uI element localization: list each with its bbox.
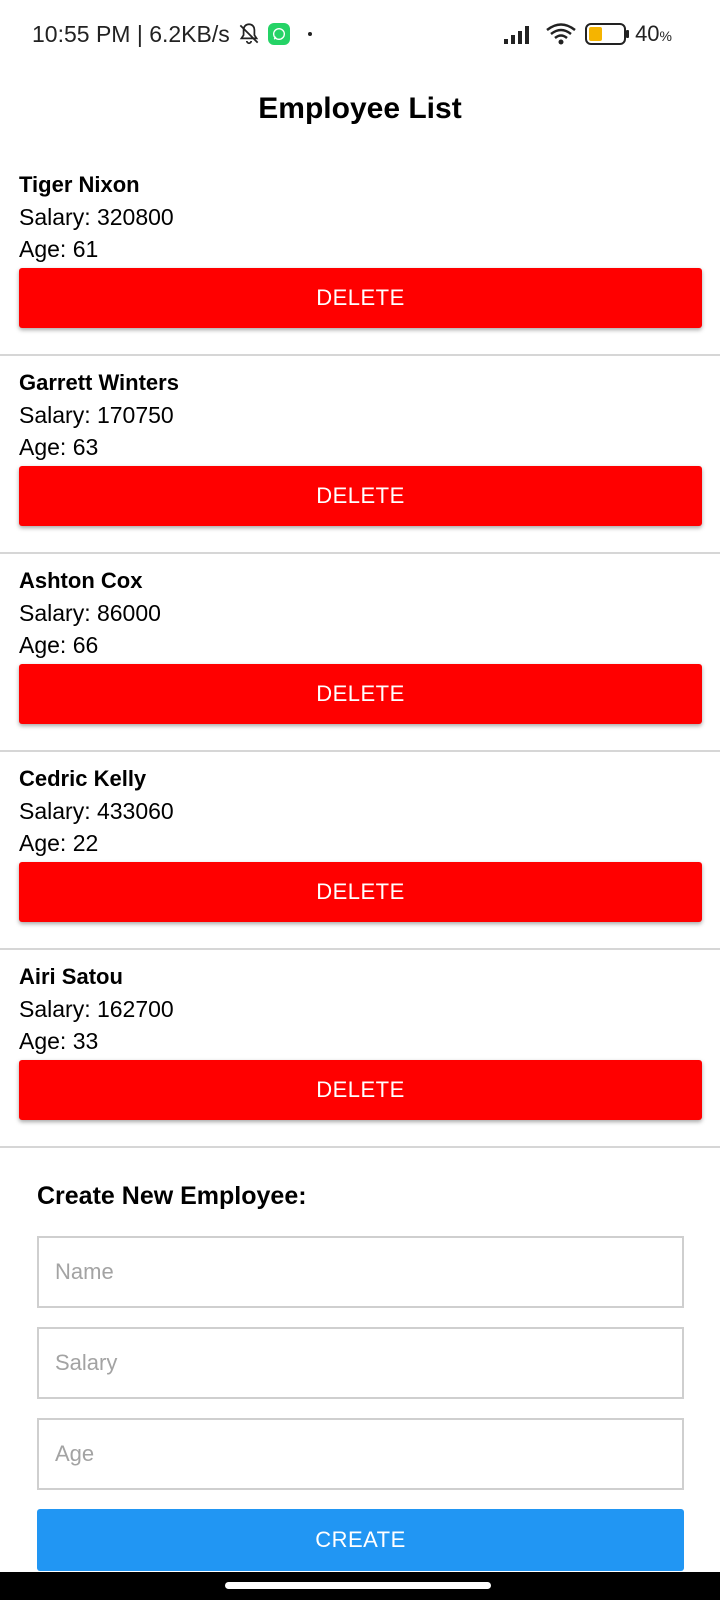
home-gesture-handle[interactable]	[225, 1582, 491, 1589]
employee-salary: Salary: 433060	[19, 798, 174, 824]
employee-salary: Salary: 320800	[19, 204, 174, 230]
list-item: Ashton Cox Salary: 86000 Age: 66 DELETE	[0, 554, 720, 752]
status-bar: 10:55 PM | 6.2KB/s 40%	[0, 0, 720, 68]
delete-button[interactable]: DELETE	[19, 862, 702, 922]
signal-icon	[504, 26, 530, 44]
employee-name: Garrett Winters	[19, 370, 179, 395]
employee-age: Age: 63	[19, 434, 99, 460]
delete-button[interactable]: DELETE	[19, 1060, 702, 1120]
delete-button[interactable]: DELETE	[19, 268, 702, 328]
employee-salary: Salary: 162700	[19, 996, 174, 1022]
employee-name: Tiger Nixon	[19, 172, 140, 197]
status-left: 10:55 PM | 6.2KB/s	[32, 18, 312, 50]
list-item: Tiger Nixon Salary: 320800 Age: 61 DELET…	[0, 158, 720, 356]
employee-name: Ashton Cox	[19, 568, 143, 593]
delete-button[interactable]: DELETE	[19, 664, 702, 724]
wifi-icon	[546, 23, 576, 45]
battery-icon	[585, 23, 630, 45]
employee-name: Cedric Kelly	[19, 766, 147, 791]
create-button[interactable]: CREATE	[37, 1509, 684, 1571]
employee-list: Tiger Nixon Salary: 320800 Age: 61 DELET…	[0, 158, 720, 1148]
list-item: Cedric Kelly Salary: 433060 Age: 22 DELE…	[0, 752, 720, 950]
employee-name: Airi Satou	[19, 964, 123, 989]
list-item: Airi Satou Salary: 162700 Age: 33 DELETE	[0, 950, 720, 1148]
employee-age: Age: 61	[19, 236, 99, 262]
status-time-speed: 10:55 PM | 6.2KB/s	[32, 20, 230, 47]
employee-salary: Salary: 86000	[19, 600, 161, 626]
name-input[interactable]	[37, 1236, 684, 1308]
status-right: 40%	[503, 18, 672, 50]
age-input[interactable]	[37, 1418, 684, 1490]
list-item: Garrett Winters Salary: 170750 Age: 63 D…	[0, 356, 720, 554]
whatsapp-icon	[267, 23, 290, 45]
create-form-title: Create New Employee:	[37, 1182, 307, 1210]
employee-salary: Salary: 170750	[19, 402, 174, 428]
employee-age: Age: 22	[19, 830, 99, 856]
salary-input[interactable]	[37, 1327, 684, 1399]
navigation-bar	[0, 1572, 720, 1600]
mute-bell-icon	[239, 23, 259, 45]
employee-age: Age: 33	[19, 1028, 99, 1054]
delete-button[interactable]: DELETE	[19, 466, 702, 526]
employee-age: Age: 66	[19, 632, 99, 658]
battery-percent: 40%	[635, 21, 672, 46]
notification-dot	[307, 32, 312, 36]
page-title: Employee List	[258, 92, 462, 125]
